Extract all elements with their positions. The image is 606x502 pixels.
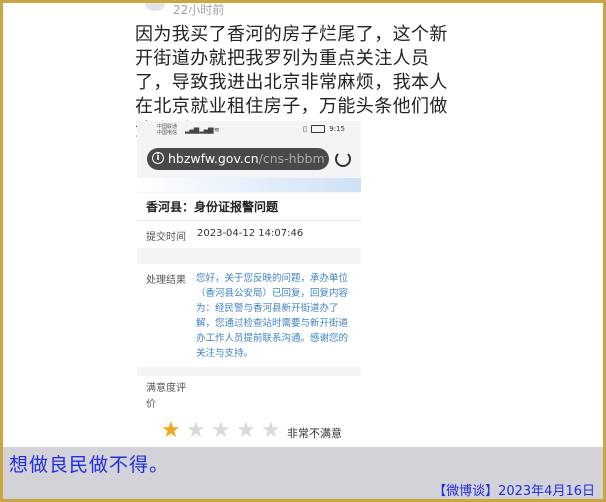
address-bar[interactable]: i hbzwfw.gov.cn/cns-hbbmfw-w — [147, 148, 329, 170]
result-text: 您好，关于您反映的问题，承办单位（香河县公安局）已回复，回复内容为：经民警与香河… — [196, 273, 349, 359]
url-path: /cns-hbbmfw-w — [258, 151, 326, 166]
result-label: 处理结果 — [146, 275, 186, 286]
submit-time-label: 提交时间 — [146, 232, 186, 243]
reload-icon[interactable] — [335, 151, 351, 167]
status-bar: 中国联通 中国电信 ▂▄▆ ▂▄▆ ≋ ▯ 9:15 — [137, 121, 361, 143]
rating-text: 非常不满意 — [287, 427, 342, 440]
url-text[interactable]: hbzwfw.gov.cn/cns-hbbmfw-w — [168, 151, 326, 167]
battery-icon — [311, 125, 326, 133]
post-timestamp: 22小时前 — [173, 3, 225, 17]
rating-row: 满意度评价 ★ ★ ★ ★ ★ 非常不满意 — [137, 376, 361, 451]
carrier-2: 中国电信 — [157, 130, 178, 136]
star-icon[interactable]: ★ — [161, 420, 181, 442]
star-icon[interactable]: ★ — [236, 420, 256, 442]
avatar[interactable] — [145, 3, 165, 11]
caption-bar: 想做良民做不得。 【微博谈】2023年4月16日 — [3, 447, 603, 499]
caption-text: 想做良民做不得。 — [9, 454, 170, 476]
result-row: 处理结果 您好，关于您反映的问题，承办单位（香河县公安局）已回复，回复内容为：经… — [137, 264, 361, 367]
star-icon[interactable]: ★ — [186, 420, 206, 442]
page-banner — [137, 178, 361, 192]
image-frame: 22小时前 因为我买了香河的房子烂尾了，这个新开街道办就把我罗列为重点关注人员了… — [0, 0, 606, 502]
signal-icon: ▂▄▆ ▂▄▆ ≋ — [185, 126, 220, 134]
status-clock: 9:15 — [329, 125, 345, 133]
submit-time-value: 2023-04-12 14:07:46 — [197, 228, 304, 239]
phone-screenshot: 中国联通 中国电信 ▂▄▆ ▂▄▆ ≋ ▯ 9:15 i hbzwfw.gov.… — [137, 121, 361, 451]
carrier-labels: 中国联通 中国电信 — [157, 124, 177, 136]
issue-title: 香河县：身份证报警问题 — [146, 200, 279, 214]
submit-time-row: 提交时间 2023-04-12 14:07:46 — [137, 221, 361, 248]
url-host: hbzwfw.gov.cn — [168, 151, 259, 166]
star-icon[interactable]: ★ — [211, 420, 231, 442]
star-icon[interactable]: ★ — [261, 420, 281, 442]
status-right: ▯ 9:15 — [303, 125, 345, 133]
rating-label: 满意度评价 — [146, 383, 186, 410]
issue-title-card: 香河县：身份证报警问题 — [137, 193, 361, 221]
vibrate-icon: ▯ — [302, 125, 307, 133]
info-icon[interactable]: i — [152, 152, 164, 164]
source-credit: 【微博谈】2023年4月16日 — [433, 484, 595, 499]
